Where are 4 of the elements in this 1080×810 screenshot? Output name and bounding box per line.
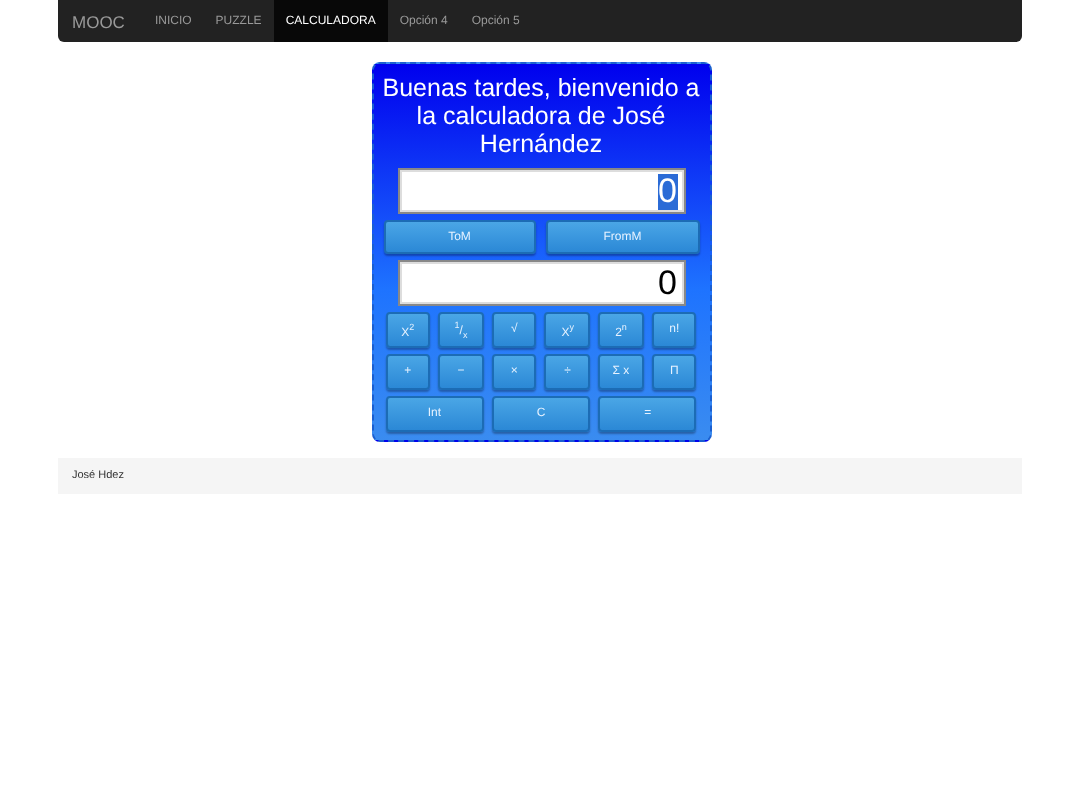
result-display: 0 xyxy=(397,260,685,306)
input-field[interactable]: 0 xyxy=(397,168,685,214)
brand-link[interactable]: MOOC xyxy=(72,0,143,42)
greeting-text: Buenas tardes, bienvenido a la calculadora de José Hernández xyxy=(380,74,702,158)
